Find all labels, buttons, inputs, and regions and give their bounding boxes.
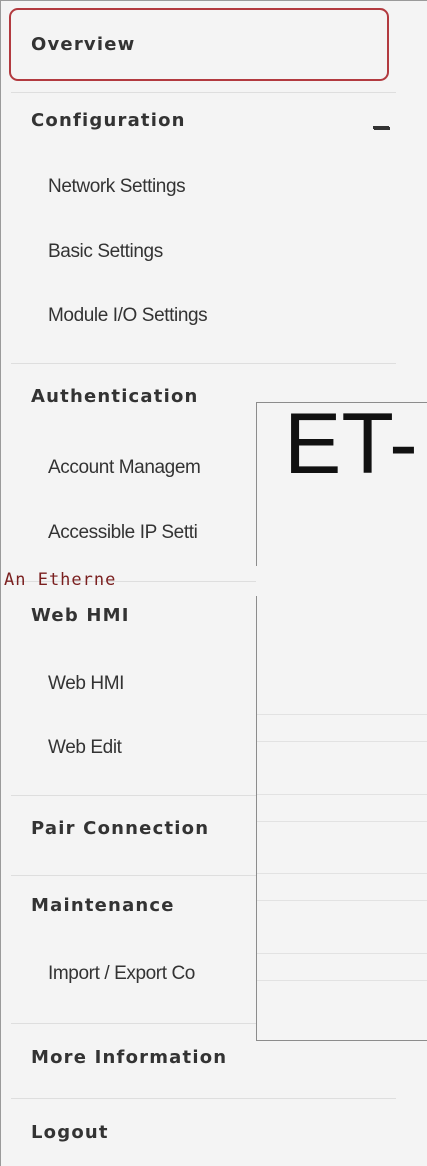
sidebar-item-account-management[interactable]: Account Managem: [48, 457, 201, 479]
divider: [257, 741, 427, 742]
sidebar-item-overview[interactable]: Overview: [31, 34, 135, 55]
sidebar-item-module-io-settings[interactable]: Module I/O Settings: [48, 305, 208, 327]
collapse-icon[interactable]: −: [373, 126, 389, 129]
divider: [257, 794, 427, 795]
sidebar-item-web-hmi[interactable]: Web HMI: [48, 673, 124, 695]
divider: [11, 92, 396, 93]
overlay-title: ET-: [284, 402, 418, 492]
divider: [257, 873, 427, 874]
sidebar-item-pair-connection[interactable]: Pair Connection: [31, 818, 209, 839]
overlay-panel: ET-: [256, 402, 427, 1041]
divider: [11, 363, 396, 364]
divider: [257, 953, 427, 954]
sidebar-item-network-settings[interactable]: Network Settings: [48, 176, 186, 198]
divider: [257, 980, 427, 981]
sidebar-item-accessible-ip-settings[interactable]: Accessible IP Setti: [48, 522, 198, 544]
sidebar-section-maintenance[interactable]: Maintenance: [31, 895, 175, 916]
sidebar-item-basic-settings[interactable]: Basic Settings: [48, 241, 163, 263]
sidebar-item-more-information[interactable]: More Information: [31, 1047, 227, 1068]
divider: [257, 821, 427, 822]
sidebar-section-web-hmi[interactable]: Web HMI: [31, 605, 130, 626]
sidebar-item-import-export[interactable]: Import / Export Co: [48, 963, 195, 985]
divider: [257, 714, 427, 715]
sidebar-item-web-edit[interactable]: Web Edit: [48, 737, 122, 759]
sidebar-item-logout[interactable]: Logout: [31, 1122, 109, 1143]
sidebar-section-configuration[interactable]: Configuration: [31, 110, 186, 131]
sidebar-section-authentication[interactable]: Authentication: [31, 386, 199, 407]
divider: [257, 900, 427, 901]
divider: [11, 1098, 396, 1099]
